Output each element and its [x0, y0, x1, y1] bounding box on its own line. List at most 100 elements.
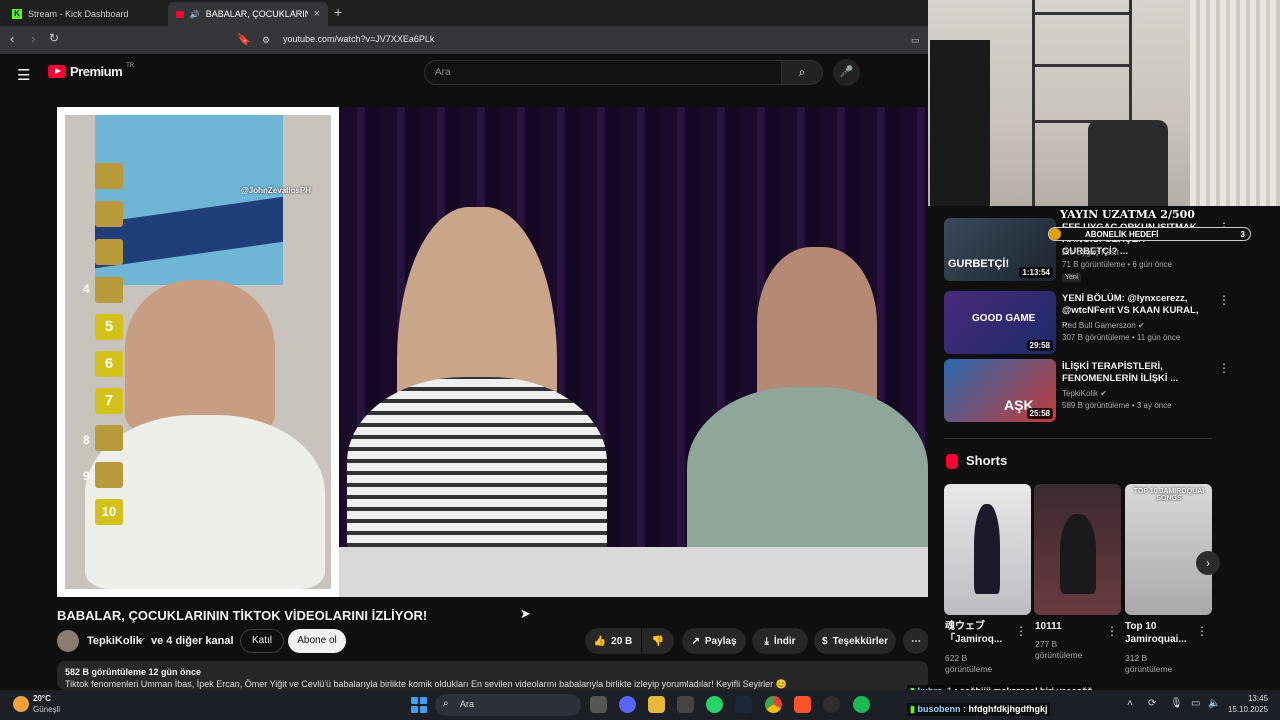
- tab-kick-dashboard[interactable]: K Stream - Kick Dashboard: [4, 2, 166, 26]
- tab-youtube-video[interactable]: 🔊 BABALAR, ÇOCUKLARININ TİK ×: [168, 2, 328, 26]
- short-thumbnail[interactable]: TOP 10 JAMIROQUAI SONGS: [1125, 484, 1212, 615]
- search-icon: ⌕: [443, 698, 449, 709]
- cast-icon[interactable]: ▭: [911, 35, 920, 46]
- chat-message: ▮ busobenn : hfdghfdkjhgdfhgkj: [907, 703, 1051, 716]
- thanks-icon: $: [822, 635, 828, 647]
- short-thumbnail[interactable]: [1034, 484, 1121, 615]
- more-vertical-icon[interactable]: ⋮: [1218, 361, 1230, 375]
- recommendation-channel[interactable]: Red Bull Gamerszon ✔: [1062, 321, 1145, 330]
- taskbar-search-input[interactable]: ⌕ Ara: [435, 694, 581, 716]
- thumbnail-text: GURBETÇİ!: [948, 258, 1010, 270]
- recommendation-thumbnail[interactable]: AŞK 25:58: [944, 359, 1056, 422]
- thumbs-down-icon: 👎: [651, 635, 665, 647]
- spotify-icon[interactable]: [853, 696, 870, 713]
- share-label: Paylaş: [704, 635, 737, 647]
- back-icon[interactable]: ‹: [10, 31, 14, 46]
- task-view-icon[interactable]: [590, 696, 607, 713]
- weather-temperature[interactable]: 20°C: [33, 694, 51, 703]
- rank-number: 8: [83, 433, 90, 447]
- shorts-icon: [946, 454, 958, 469]
- webcam-monitor: [930, 40, 990, 206]
- more-vertical-icon[interactable]: ⋮: [1106, 624, 1118, 638]
- obs-icon[interactable]: [823, 696, 840, 713]
- store-icon[interactable]: [677, 696, 694, 713]
- join-button[interactable]: Katıl: [240, 629, 284, 653]
- recommendation-thumbnail[interactable]: GOOD GAME 29:58: [944, 291, 1056, 354]
- thanks-button[interactable]: $ Teşekkürler: [814, 628, 896, 654]
- more-vertical-icon[interactable]: ⋮: [1196, 624, 1208, 638]
- kick-icon: K: [12, 9, 22, 19]
- hamburger-menu-icon[interactable]: ☰: [17, 66, 30, 84]
- collab-channels[interactable]: ve 4 diğer kanal: [151, 635, 234, 647]
- short-title[interactable]: Top 10 Jamiroquai...: [1125, 620, 1201, 646]
- channel-avatar[interactable]: [57, 630, 79, 652]
- clock-time[interactable]: 13:45: [1248, 694, 1268, 703]
- file-explorer-icon[interactable]: [648, 696, 665, 713]
- more-vertical-icon[interactable]: ⋮: [1218, 293, 1230, 307]
- verified-icon: ✔: [1100, 389, 1107, 398]
- verified-icon: ✔: [1138, 321, 1145, 330]
- tray-sync-icon[interactable]: ⟳: [1148, 698, 1156, 709]
- search-placeholder: Ara: [435, 67, 451, 78]
- weather-description[interactable]: Güneşli: [33, 705, 60, 714]
- short-views: 312 B görüntüleme: [1125, 653, 1173, 674]
- tray-mic-icon[interactable]: 🎙: [1170, 698, 1183, 709]
- brave-icon[interactable]: [794, 696, 811, 713]
- logo-text: Premium: [70, 64, 123, 79]
- voice-search-button[interactable]: 🎤: [833, 59, 860, 86]
- recommendation-meta: 589 B görüntüleme • 3 ay önce: [1062, 401, 1172, 410]
- tray-chevron-up-icon[interactable]: ˄: [1127, 698, 1133, 709]
- short-title[interactable]: 10111: [1035, 620, 1105, 633]
- whatsapp-icon[interactable]: [706, 696, 723, 713]
- reload-icon[interactable]: ↻: [49, 31, 59, 45]
- discord-icon[interactable]: [619, 696, 636, 713]
- search-input[interactable]: Ara: [424, 60, 782, 85]
- recommendation-title[interactable]: İLİŞKİ TERAPİSTLERİ, FENOMENLERİN İLİŞKİ…: [1062, 361, 1202, 385]
- like-button[interactable]: 👍 20 B: [585, 628, 641, 654]
- right-panel: GURBETÇİ! 1:13:54 EFE UYGAÇ ORKUN IŞITMA…: [928, 0, 1280, 690]
- goal-label: ABONELİK HEDEFİ: [1085, 230, 1159, 239]
- weather-sun-icon[interactable]: [13, 696, 29, 712]
- short-title[interactable]: 魂ウェブ「Jamiroq...: [945, 620, 1015, 646]
- recommendation-thumbnail[interactable]: GURBETÇİ! 1:13:54: [944, 218, 1056, 281]
- recommendation-channel[interactable]: Efe Uygaç Kesit: [1062, 248, 1119, 257]
- tray-network-icon[interactable]: ▭: [1191, 698, 1200, 709]
- shorts-heading: Shorts: [966, 453, 1008, 468]
- recommendation-meta: 307 B görüntüleme • 11 gün önce: [1062, 333, 1181, 342]
- url-field[interactable]: youtube.com/watch?v=JV7XXEa6PLk: [283, 34, 434, 44]
- video-duration: 1:13:54: [1019, 267, 1053, 278]
- short-thumbnail[interactable]: [944, 484, 1031, 615]
- video-player[interactable]: @JohnZevallosPH 4 5 6 7 8 9 10: [57, 107, 928, 597]
- video-description[interactable]: 582 B görüntüleme 12 gün önce Tiktok fen…: [57, 661, 928, 690]
- forward-icon[interactable]: ›: [31, 31, 35, 46]
- dislike-button[interactable]: 👎: [642, 628, 674, 654]
- more-actions-button[interactable]: ⋯: [903, 628, 929, 654]
- chrome-icon[interactable]: [765, 696, 782, 713]
- webcam-feed: [928, 0, 1280, 206]
- new-tab-button[interactable]: +: [334, 4, 342, 20]
- recommendation-channel[interactable]: TepkiKolik ✔: [1062, 389, 1107, 398]
- tray-volume-icon[interactable]: 🔈: [1208, 698, 1220, 709]
- close-tab-icon[interactable]: ×: [314, 8, 320, 20]
- chevron-right-icon: ›: [1206, 556, 1210, 570]
- youtube-premium-logo[interactable]: Premium TR: [48, 63, 134, 79]
- share-button[interactable]: ↗ Paylaş: [682, 628, 746, 654]
- bookmark-icon[interactable]: 🔖: [237, 33, 251, 46]
- clock-date[interactable]: 15.10.2025: [1228, 705, 1268, 714]
- shorts-next-button[interactable]: ›: [1196, 551, 1220, 575]
- divider: [944, 438, 1212, 439]
- subscribe-button[interactable]: Abone ol: [288, 629, 346, 653]
- steam-icon[interactable]: [735, 696, 752, 713]
- recommendation-item[interactable]: GOOD GAME 29:58 YENİ BÖLÜM: @lynxcerezz,…: [944, 291, 1230, 355]
- windows-start-icon[interactable]: [411, 697, 427, 713]
- microphone-icon: 🎤: [839, 66, 854, 78]
- recommendation-item[interactable]: AŞK 25:58 İLİŞKİ TERAPİSTLERİ, FENOMENLE…: [944, 359, 1230, 423]
- short-thumb-text: TOP 10 JAMIROQUAI SONGS: [1133, 488, 1205, 502]
- site-info-icon[interactable]: ⚙: [262, 35, 270, 46]
- more-vertical-icon[interactable]: ⋮: [1015, 624, 1027, 638]
- more-horizontal-icon: ⋯: [911, 635, 921, 647]
- download-button[interactable]: ⤓ İndir: [752, 628, 808, 654]
- channel-name[interactable]: TepkiKolik: [87, 635, 142, 647]
- goal-count: 3: [1240, 230, 1245, 239]
- search-button[interactable]: ⌕: [781, 60, 823, 85]
